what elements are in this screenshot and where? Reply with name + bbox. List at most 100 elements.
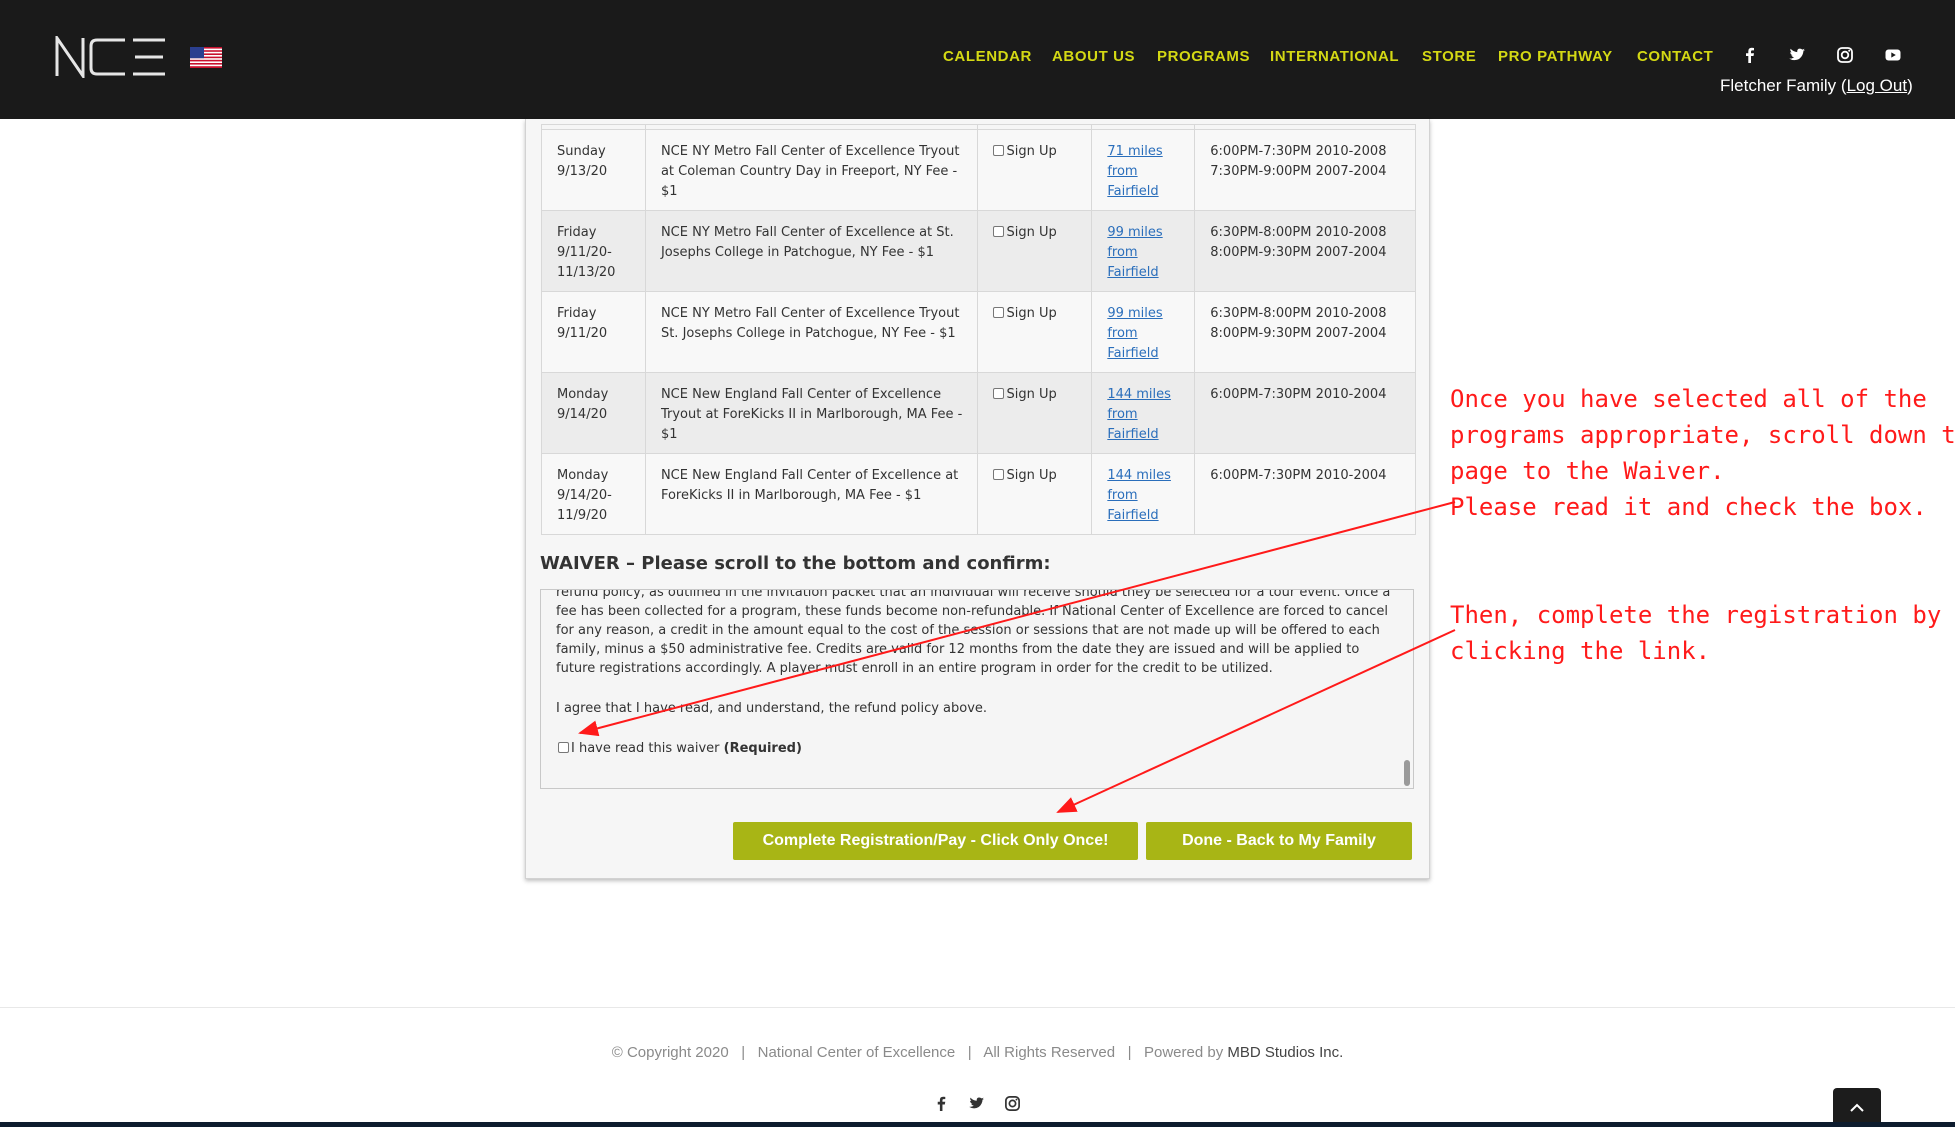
signup-checkbox[interactable] bbox=[993, 307, 1005, 318]
site-header: CALENDAR ABOUT US PROGRAMS INTERNATIONAL… bbox=[0, 0, 1955, 119]
waiver-checkbox-row: I have read this waiver (Required) bbox=[558, 739, 802, 758]
row-day: Sunday bbox=[557, 144, 606, 159]
program-cell: NCE NY Metro Fall Center of Excellence T… bbox=[644, 129, 979, 211]
annotation-text-2: Then, complete the registration by click… bbox=[1450, 597, 1941, 669]
distance-line-2: from bbox=[1107, 326, 1138, 341]
distance-link[interactable]: 71 miles from Fairfield bbox=[1107, 144, 1162, 199]
signup-label: Sign Up bbox=[1006, 387, 1057, 402]
table-row: Monday 9/14/20- 11/9/20 NCE New England Fa… bbox=[541, 453, 1416, 535]
footer-bottom-strip bbox=[0, 1122, 1955, 1127]
separator: | bbox=[1127, 1044, 1132, 1061]
distance-line-3: Fairfield bbox=[1107, 184, 1159, 199]
nav-contact[interactable]: CONTACT bbox=[1637, 48, 1713, 65]
signup-label: Sign Up bbox=[1006, 225, 1057, 240]
time-2: 8:00PM-9:30PM 2007-2004 bbox=[1210, 245, 1387, 260]
time-cell: 6:00PM-7:30PM 2010-2004 bbox=[1194, 372, 1416, 454]
signup-checkbox[interactable] bbox=[993, 145, 1005, 156]
time-2: 7:30PM-9:00PM 2007-2004 bbox=[1210, 164, 1387, 179]
annotation-line: Then, complete the registration by bbox=[1450, 601, 1942, 629]
time-1: 6:30PM-8:00PM 2010-2008 bbox=[1210, 225, 1387, 240]
facebook-icon[interactable] bbox=[1741, 46, 1759, 64]
distance-line-2: from bbox=[1107, 164, 1138, 179]
distance-line-1: 144 miles bbox=[1107, 468, 1171, 483]
time-1: 6:30PM-8:00PM 2010-2008 bbox=[1210, 306, 1387, 321]
signup-label: Sign Up bbox=[1006, 144, 1057, 159]
row-day: Friday bbox=[557, 225, 597, 240]
nce-logo[interactable] bbox=[55, 36, 170, 78]
distance-line-1: 99 miles bbox=[1107, 225, 1163, 240]
waiver-text: refund policy, as outlined in the invita… bbox=[556, 589, 1391, 676]
twitter-icon[interactable] bbox=[1788, 46, 1806, 64]
row-date: 9/11/20- bbox=[557, 245, 612, 260]
distance-line-3: Fairfield bbox=[1107, 265, 1159, 280]
twitter-icon[interactable] bbox=[968, 1095, 985, 1112]
org-name: National Center of Excellence bbox=[757, 1044, 956, 1061]
signup-label: Sign Up bbox=[1006, 468, 1057, 483]
time-1: 6:00PM-7:30PM 2010-2004 bbox=[1210, 468, 1387, 483]
annotation-line: Once you have selected all of the bbox=[1450, 385, 1927, 413]
waiver-agree-text: I agree that I have read, and understand… bbox=[556, 701, 988, 716]
nav-international[interactable]: INTERNATIONAL bbox=[1270, 48, 1399, 65]
distance-line-3: Fairfield bbox=[1107, 346, 1159, 361]
user-greeting: Fletcher Family (Log Out) bbox=[1720, 76, 1913, 96]
instagram-icon[interactable] bbox=[1836, 46, 1854, 64]
signup-checkbox[interactable] bbox=[993, 226, 1005, 237]
table-row: Monday 9/14/20 NCE New England Fall Cente… bbox=[541, 372, 1416, 454]
distance-cell: 99 miles from Fairfield bbox=[1091, 210, 1196, 292]
done-back-button[interactable]: Done - Back to My Family bbox=[1146, 822, 1412, 860]
separator: | bbox=[967, 1044, 972, 1061]
row-date: 9/14/20- bbox=[557, 488, 612, 503]
logout-link[interactable]: Log Out bbox=[1847, 76, 1908, 95]
distance-link[interactable]: 144 miles from Fairfield bbox=[1107, 468, 1171, 523]
distance-link[interactable]: 99 miles from Fairfield bbox=[1107, 306, 1162, 361]
nav-calendar[interactable]: CALENDAR bbox=[943, 48, 1032, 65]
time-1: 6:00PM-7:30PM 2010-2004 bbox=[1210, 387, 1387, 402]
time-cell: 6:00PM-7:30PM 2010-2004 bbox=[1194, 453, 1416, 535]
date-cell: Friday 9/11/20 bbox=[541, 291, 646, 373]
program-cell: NCE New England Fall Center of Excellenc… bbox=[644, 453, 979, 535]
signup-cell: Sign Up bbox=[977, 453, 1093, 535]
signup-checkbox[interactable] bbox=[993, 388, 1005, 399]
row-date: 9/14/20 bbox=[557, 407, 608, 422]
row-date-end: 11/9/20 bbox=[557, 508, 608, 523]
distance-line-3: Fairfield bbox=[1107, 508, 1159, 523]
instagram-icon[interactable] bbox=[1004, 1095, 1021, 1112]
distance-cell: 71 miles from Fairfield bbox=[1091, 129, 1196, 211]
annotation-line: page to the Waiver. bbox=[1450, 457, 1725, 485]
annotation-line: Please read it and check the box. bbox=[1450, 493, 1927, 521]
waiver-checkbox-label[interactable]: I have read this waiver bbox=[571, 741, 724, 756]
distance-line-2: from bbox=[1107, 488, 1138, 503]
time-2: 8:00PM-9:30PM 2007-2004 bbox=[1210, 326, 1387, 341]
nav-pro-pathway[interactable]: PRO PATHWAY bbox=[1498, 48, 1613, 65]
nav-about-us[interactable]: ABOUT US bbox=[1052, 48, 1135, 65]
nav-programs[interactable]: PROGRAMS bbox=[1157, 48, 1250, 65]
signup-cell: Sign Up bbox=[977, 210, 1093, 292]
distance-line-1: 99 miles bbox=[1107, 306, 1163, 321]
date-cell: Sunday 9/13/20 bbox=[541, 129, 646, 211]
us-flag-icon[interactable] bbox=[190, 47, 222, 68]
waiver-required-label: (Required) bbox=[723, 741, 802, 756]
distance-cell: 144 miles from Fairfield bbox=[1091, 372, 1196, 454]
facebook-icon[interactable] bbox=[933, 1095, 950, 1112]
footer-copyright: © Copyright 2020 | National Center of Ex… bbox=[0, 1044, 1955, 1061]
distance-link[interactable]: 144 miles from Fairfield bbox=[1107, 387, 1171, 442]
program-cell: NCE New England Fall Center of Excellenc… bbox=[644, 372, 979, 454]
waiver-scrollbar[interactable] bbox=[1403, 590, 1411, 788]
distance-line-1: 144 miles bbox=[1107, 387, 1171, 402]
waiver-title: WAIVER – Please scroll to the bottom and… bbox=[540, 553, 1051, 574]
footer-divider bbox=[0, 1007, 1955, 1008]
waiver-scroll-thumb[interactable] bbox=[1404, 760, 1410, 786]
studio-link[interactable]: MBD Studios Inc. bbox=[1227, 1044, 1343, 1061]
row-date: 9/13/20 bbox=[557, 164, 608, 179]
powered-by-text: Powered by bbox=[1143, 1044, 1228, 1061]
waiver-checkbox[interactable] bbox=[558, 742, 569, 753]
complete-registration-button[interactable]: Complete Registration/Pay - Click Only O… bbox=[733, 822, 1138, 860]
distance-link[interactable]: 99 miles from Fairfield bbox=[1107, 225, 1162, 280]
youtube-icon[interactable] bbox=[1884, 46, 1902, 64]
copyright-text: © Copyright 2020 bbox=[611, 1044, 729, 1061]
signup-checkbox[interactable] bbox=[993, 469, 1005, 480]
nav-store[interactable]: STORE bbox=[1422, 48, 1476, 65]
distance-cell: 99 miles from Fairfield bbox=[1091, 291, 1196, 373]
distance-line-3: Fairfield bbox=[1107, 427, 1159, 442]
waiver-scroll-box[interactable]: refund policy, as outlined in the invita… bbox=[540, 589, 1414, 789]
